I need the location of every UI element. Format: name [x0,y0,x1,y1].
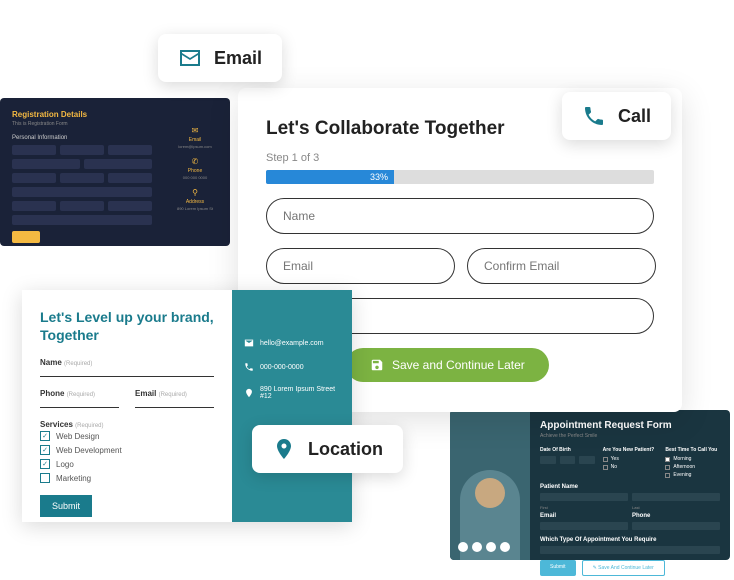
brand-contact-sidebar: hello@example.com 000-000-0000 890 Lorem… [232,290,352,522]
dark-input[interactable] [108,145,152,155]
save-continue-button[interactable]: Save and Continue Later [346,348,549,382]
email-pill[interactable]: Email [158,34,282,82]
appointment-subtitle: Achieve the Perfect Smile [540,433,720,439]
registration-contact-sidebar: ✉ Email lorem@ipsum.com ✆ Phone 000 000 … [170,118,220,211]
location-pill-label: Location [308,439,383,460]
service-checkbox[interactable]: ✓Web Design [40,431,214,441]
progress-fill: 33% [266,170,394,184]
name-label: Name (Required) [40,358,214,367]
registration-card: Registration Details This is Registratio… [0,98,230,246]
new-patient-label: Are You New Patient? [603,447,658,453]
sidebar-phone-text: 000 000 0000 [170,175,220,180]
patient-name-label: Patient Name [540,484,720,490]
brand-submit-button[interactable]: Submit [40,495,92,517]
confirm-email-input[interactable] [467,248,656,284]
best-time-label: Best Time To Call You [665,447,720,453]
email-field[interactable] [135,400,214,408]
appointment-image [450,410,530,560]
dark-input[interactable] [12,159,80,169]
last-name-field[interactable] [632,493,720,501]
service-checkbox[interactable]: ✓Web Development [40,445,214,455]
dark-input[interactable] [12,145,56,155]
contact-address: 890 Lorem Ipsum Street #12 [260,386,340,400]
save-icon [370,358,384,372]
dark-input[interactable] [12,173,56,183]
phone-icon: ✆ [170,157,220,166]
phone-field[interactable] [40,400,119,408]
email-input[interactable] [266,248,455,284]
social-icon[interactable] [458,542,468,552]
appointment-title: Appointment Request Form [540,420,720,431]
social-icon[interactable] [486,542,496,552]
appt-type-label: Which Type Of Appointment You Require [540,537,720,543]
dark-input[interactable] [60,145,104,155]
afternoon-option[interactable]: Afternoon [665,464,720,470]
email-icon: ✉ [170,126,220,135]
phone-icon [582,104,606,128]
appt-email-field[interactable] [540,522,628,530]
call-pill[interactable]: Call [562,92,671,140]
contact-email: hello@example.com [260,340,324,347]
social-icon[interactable] [472,542,482,552]
dark-input[interactable] [108,201,152,211]
location-icon: ⚲ [170,188,220,197]
service-checkbox[interactable]: ✓Logo [40,459,214,469]
appt-phone-field[interactable] [632,522,720,530]
yes-option[interactable]: Yes [603,456,658,462]
step-indicator: Step 1 of 3 [266,152,654,164]
no-option[interactable]: No [603,464,658,470]
appt-save-button[interactable]: ✎ Save And Continue Later [582,560,665,576]
appt-type-field[interactable] [540,546,720,554]
dark-input[interactable] [60,201,104,211]
social-icon[interactable] [500,542,510,552]
phone-icon [244,362,254,372]
progress-label: 33% [370,170,388,184]
sidebar-address-text: 890 Lorem Ipsum St [170,206,220,211]
appt-email-label: Email [540,513,628,519]
brand-card: Let's Level up your brand, Together Name… [22,290,352,522]
sidebar-email-label: Email [170,137,220,143]
appt-phone-label: Phone [632,513,720,519]
name-field[interactable] [40,369,214,377]
morning-option[interactable]: Morning [665,456,720,462]
dark-input[interactable] [60,173,104,183]
brand-title: Let's Level up your brand, Together [40,308,214,344]
service-checkbox[interactable]: Marketing [40,473,214,483]
name-input[interactable] [266,198,654,234]
dob-field[interactable] [579,456,595,464]
email-pill-label: Email [214,48,262,69]
email-icon [178,46,202,70]
social-icons [458,542,510,552]
sidebar-address-label: Address [170,199,220,205]
progress-bar: 33% [266,170,654,184]
save-button-label: Save and Continue Later [392,358,525,372]
dark-input[interactable] [108,173,152,183]
dob-label: Date Of Birth [540,447,595,453]
sidebar-email-text: lorem@ipsum.com [170,144,220,149]
dob-field[interactable] [540,456,556,464]
contact-phone: 000-000-0000 [260,364,304,371]
email-icon [244,338,254,348]
location-pill[interactable]: Location [252,425,403,473]
email-label: Email (Required) [135,389,214,398]
appointment-card: Appointment Request Form Achieve the Per… [450,410,730,560]
dark-input[interactable] [84,159,152,169]
dark-input[interactable] [12,201,56,211]
registration-submit-button[interactable] [12,231,40,243]
services-label: Services (Required) [40,420,214,429]
dob-field[interactable] [560,456,576,464]
dark-input[interactable] [12,215,152,225]
sidebar-phone-label: Phone [170,168,220,174]
location-icon [244,388,254,398]
phone-label: Phone (Required) [40,389,119,398]
appt-submit-button[interactable]: Submit [540,560,576,576]
evening-option[interactable]: Evening [665,472,720,478]
first-name-field[interactable] [540,493,628,501]
call-pill-label: Call [618,106,651,127]
location-icon [272,437,296,461]
dark-input[interactable] [12,187,152,197]
